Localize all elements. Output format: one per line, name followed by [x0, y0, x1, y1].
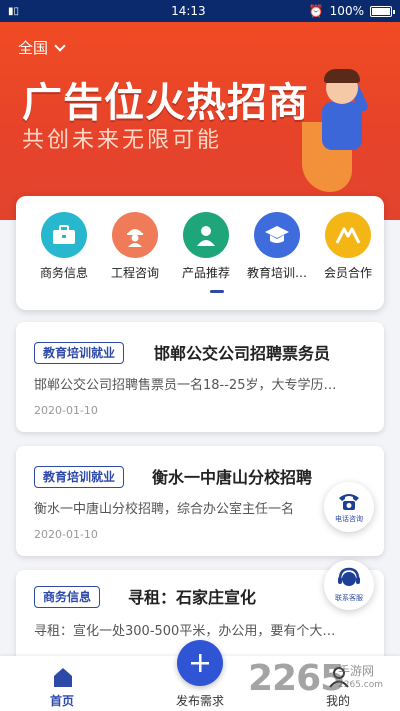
- headset-icon: [338, 567, 360, 586]
- mascot-illustration: [302, 69, 372, 192]
- signal-icon: ▮▯: [8, 5, 20, 17]
- category-label: 会员合作: [323, 266, 372, 280]
- home-icon: [54, 668, 72, 687]
- banner-title: 广告位火热招商: [22, 80, 309, 126]
- graduation-cap-icon: [254, 212, 300, 258]
- publish-fab-button[interactable]: [177, 640, 223, 686]
- region-selector[interactable]: 全国: [18, 37, 66, 58]
- engineer-icon: [112, 212, 158, 258]
- phone-consult-label: 电话咨询: [335, 515, 363, 523]
- status-time: 14:13: [171, 4, 206, 18]
- category-label: 工程咨询: [110, 266, 159, 280]
- category-label: 产品推荐: [181, 266, 230, 280]
- alarm-icon: ⏰: [308, 4, 324, 18]
- briefcase-icon: [41, 212, 87, 258]
- region-label: 全国: [18, 39, 49, 57]
- status-bar: ▮▯ 14:13 ⏰ 100%: [0, 0, 400, 22]
- listing-date: 2020-01-10: [34, 528, 98, 541]
- watermark-text: 手游网: [338, 664, 375, 678]
- category-engineering[interactable]: 工程咨询: [100, 212, 170, 281]
- listing-title: 邯郸公交公司招聘票务员: [154, 344, 331, 363]
- category-membership[interactable]: 会员合作: [313, 212, 383, 281]
- site-watermark: 2265 手游网 2265.com: [248, 656, 398, 708]
- category-label: 商务信息: [39, 266, 88, 280]
- category-label: 教育培训…: [246, 266, 307, 280]
- watermark-number: 2265: [248, 658, 345, 699]
- customer-service-button[interactable]: 联系客服: [324, 560, 374, 610]
- customer-service-label: 联系客服: [335, 594, 363, 602]
- banner-subtitle: 共创未来无限可能: [22, 128, 223, 153]
- category-tag: 教育培训就业: [34, 466, 125, 488]
- plus-icon: [191, 654, 209, 672]
- tab-home[interactable]: 首页: [22, 664, 102, 709]
- phone-consult-button[interactable]: 电话咨询: [324, 482, 374, 532]
- battery-icon: [369, 5, 395, 17]
- battery-percent: 100%: [329, 4, 364, 18]
- phone-icon: [339, 494, 359, 510]
- person-icon: [183, 212, 229, 258]
- listing-description: 衡水一中唐山分校招聘，综合办公室主任一名: [34, 502, 295, 517]
- category-business[interactable]: 商务信息: [29, 212, 99, 281]
- category-education[interactable]: 教育培训…: [242, 212, 312, 281]
- member-logo-icon: [325, 212, 371, 258]
- listing-date: 2020-01-10: [34, 404, 98, 417]
- watermark-url: 2265.com: [338, 680, 383, 690]
- page-indicator: [210, 290, 224, 293]
- category-tag: 教育培训就业: [34, 342, 125, 364]
- listing-description: 寻租：宣化一处300-500平米，办公用，要有个大…: [34, 624, 336, 639]
- tab-publish-label: 发布需求: [175, 694, 224, 708]
- ad-banner[interactable]: 全国 广告位火热招商 共创未来无限可能: [0, 22, 400, 220]
- listing-title: 寻租：石家庄宣化: [128, 588, 257, 607]
- listing-description: 邯郸公交公司招聘售票员一名18--25岁，大专学历…: [34, 378, 337, 393]
- listing-card[interactable]: 教育培训就业 邯郸公交公司招聘票务员 邯郸公交公司招聘售票员一名18--25岁，…: [16, 322, 384, 432]
- category-tag: 商务信息: [34, 586, 101, 608]
- tab-home-label: 首页: [49, 694, 74, 708]
- listing-title: 衡水一中唐山分校招聘: [152, 468, 313, 487]
- category-card: 商务信息 工程咨询 产品推荐 教育培训… 会员合作: [16, 196, 384, 310]
- chevron-down-icon: [54, 39, 66, 52]
- category-products[interactable]: 产品推荐: [171, 212, 241, 281]
